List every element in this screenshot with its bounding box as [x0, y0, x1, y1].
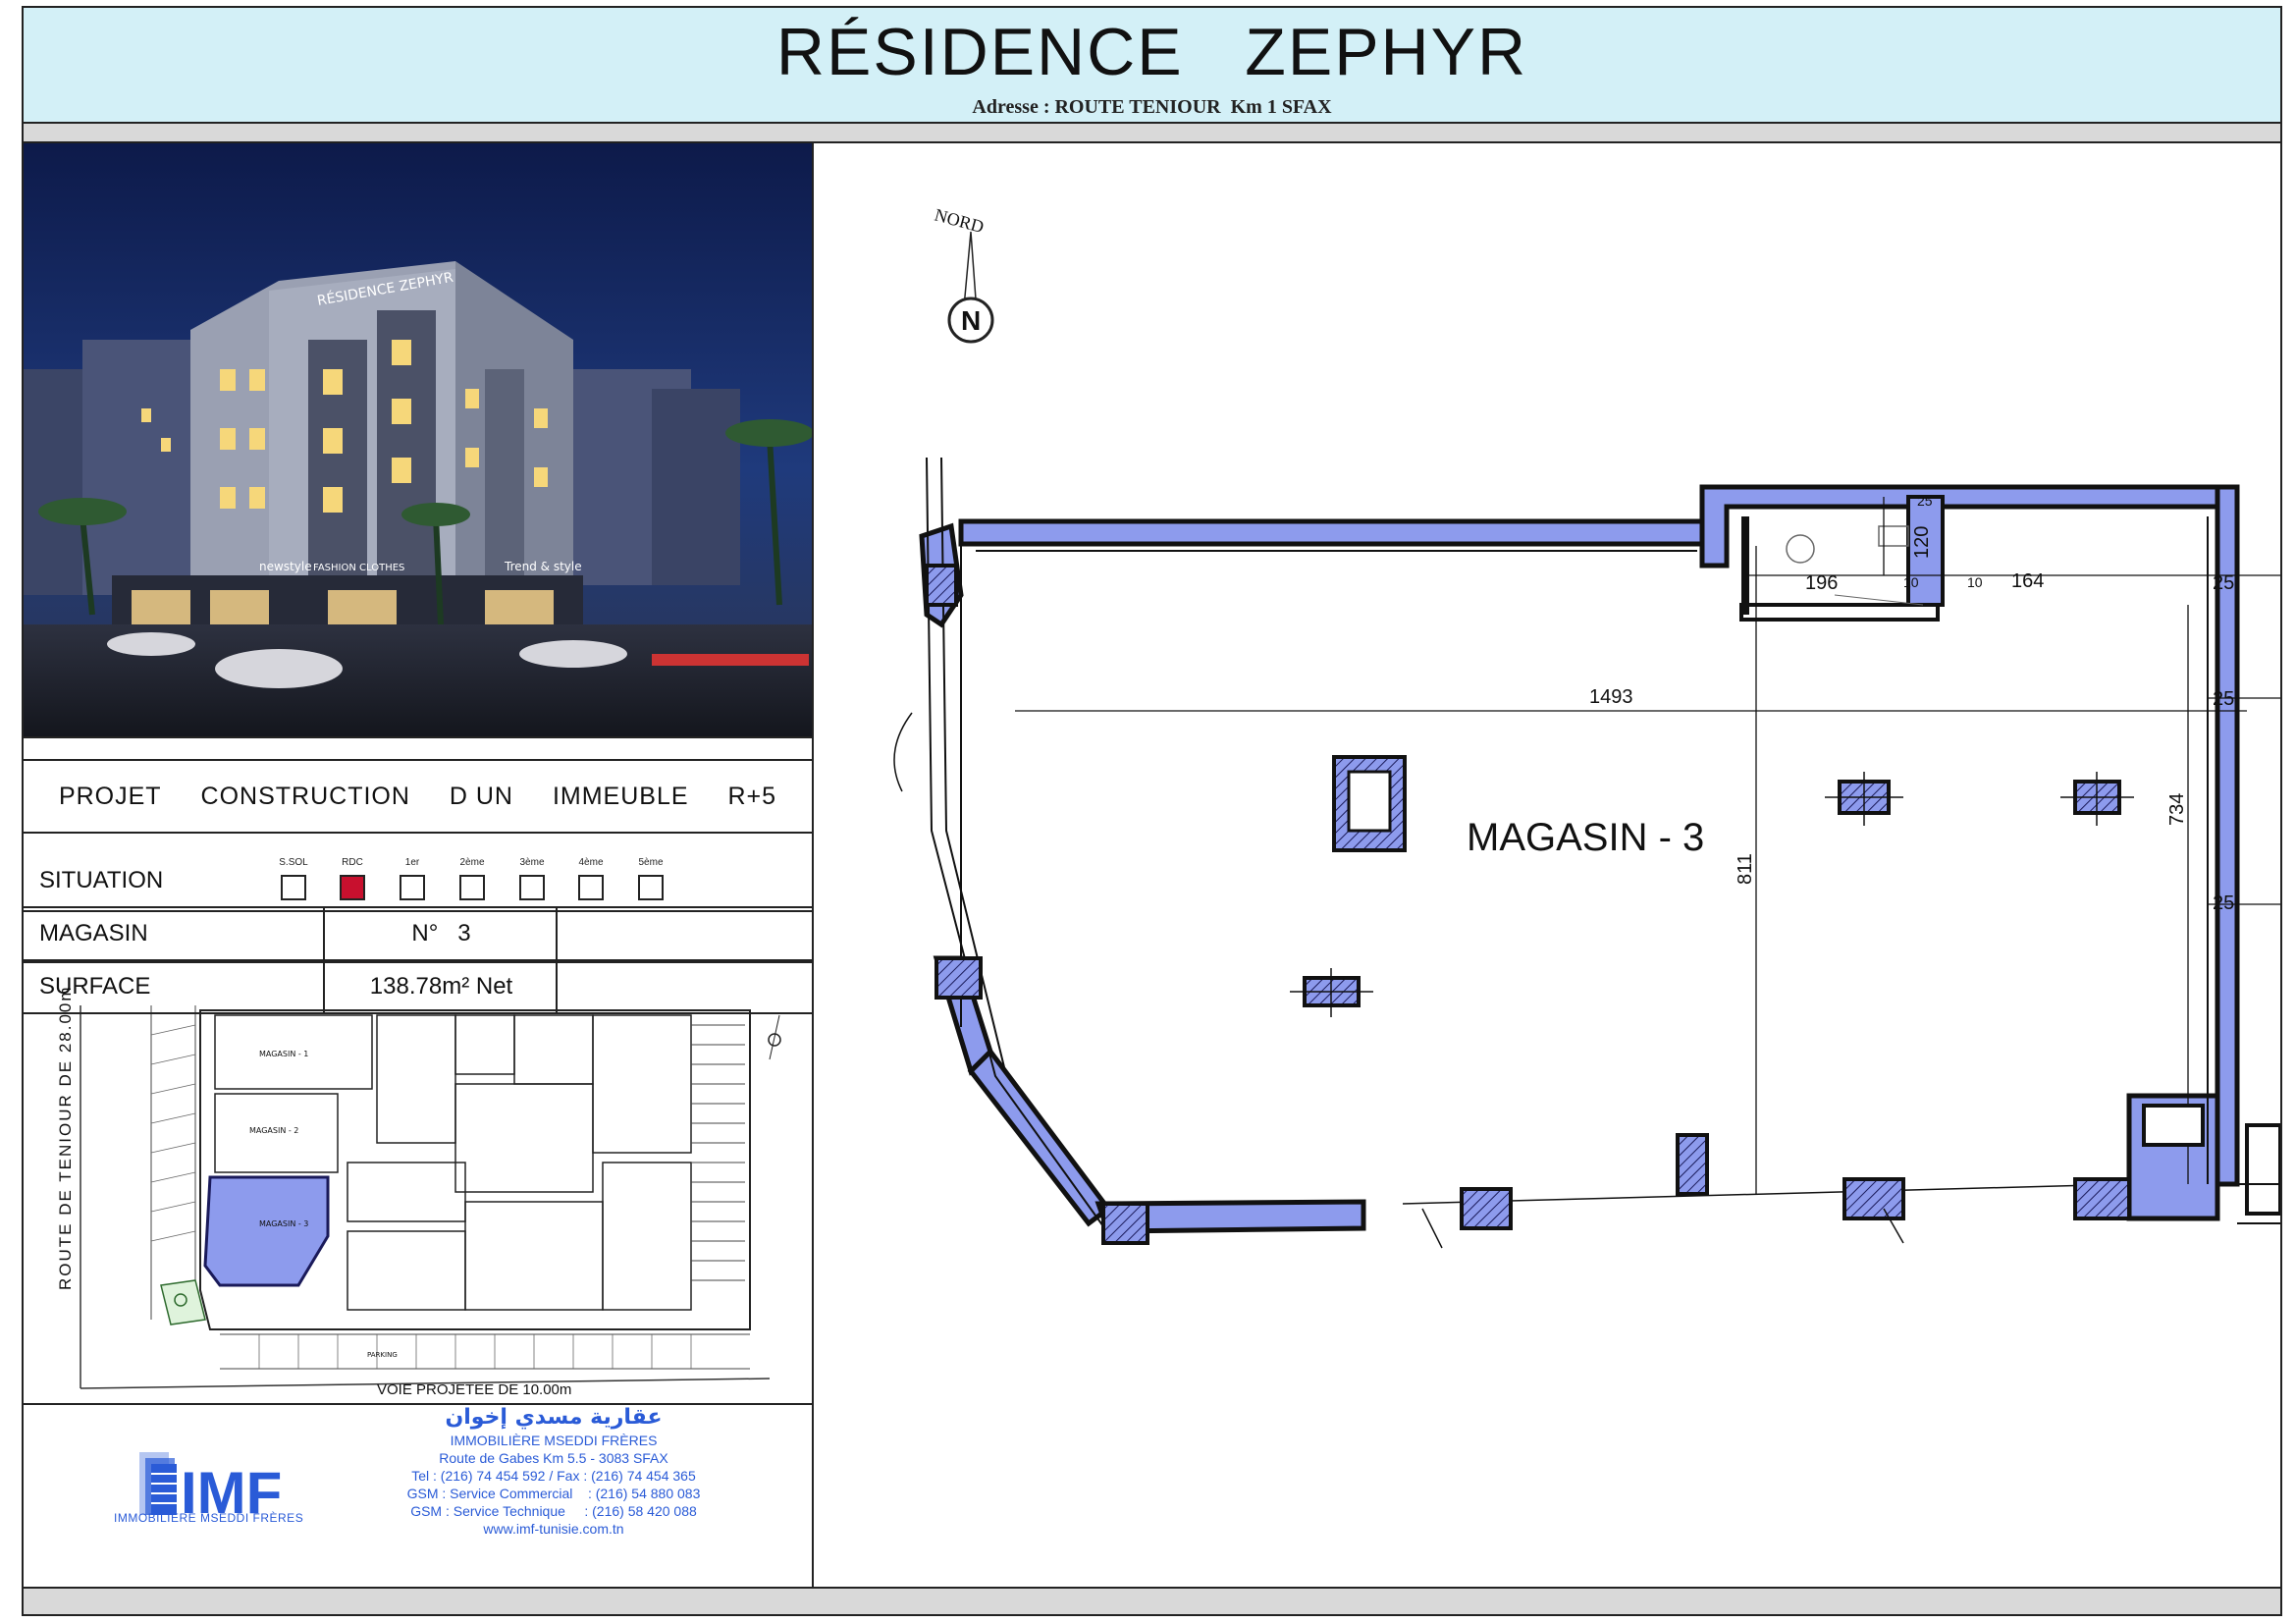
level-checkbox-rdc[interactable] — [340, 875, 365, 900]
room-label: MAGASIN - 3 — [1467, 816, 1704, 859]
dim-164: 164 — [2011, 570, 2044, 592]
floor-plan-drawing: NORD N 1493 811 734 120 196 164 25 25 25… — [893, 205, 2282, 1249]
company-name: IMMOBILIÈRE MSEDDI FRÈRES — [450, 1433, 658, 1448]
page-title: RÉSIDENCE ZEPHYR — [775, 15, 1528, 89]
surface-label: SURFACE — [39, 973, 151, 1000]
company-tel: Tel : (216) 74 454 592 / Fax : (216) 74 … — [411, 1468, 696, 1484]
address-line: Adresse : ROUTE TENIOUR Km 1 SFAX — [972, 96, 1332, 118]
level-checkbox-2[interactable] — [459, 875, 485, 900]
company-gsm-commercial: GSM : Service Commercial : (216) 54 880 … — [406, 1486, 701, 1501]
level-checkbox-3[interactable] — [519, 875, 545, 900]
north-label: NORD — [933, 205, 986, 238]
floor-plan-panel: NORD N 1493 811 734 120 196 164 25 25 25… — [814, 143, 2282, 1587]
shop-sign-1: newstyle — [259, 560, 312, 573]
dim-196: 196 — [1805, 572, 1838, 594]
level-checkbox-ssol[interactable] — [281, 875, 306, 900]
situation-label: SITUATION — [39, 867, 164, 893]
shop-sign-2: FASHION CLOTHES — [313, 563, 404, 573]
logo-subtitle: IMMOBILIÈRE MSEDDI FRÈRES — [114, 1511, 304, 1525]
level-checkbox-1[interactable] — [400, 875, 425, 900]
outer-walls — [919, 484, 2240, 1234]
level-label: 5ème — [638, 857, 664, 868]
company-arabic-name: عقارية مسدي إخوان — [445, 1405, 663, 1430]
magasin-number: N° 3 — [323, 908, 558, 959]
structural-columns — [925, 564, 2131, 1245]
site-plan-drawing: ROUTE DE TENIOUR DE 28.00m MAGASIN - 1 M… — [56, 985, 781, 1398]
dim-811: 811 — [1735, 853, 1756, 885]
unit-label-1: MAGASIN - 1 — [259, 1050, 308, 1058]
building-rendering: RÉSIDENCE ZEPHYR newstyle FASHION CLOTHE… — [24, 143, 812, 738]
dim-10-b: 10 — [1967, 574, 1983, 590]
row-spacer — [24, 910, 812, 912]
level-checkbox-4[interactable] — [578, 875, 604, 900]
dim-10-a: 10 — [1903, 574, 1919, 590]
project-description: PROJET CONSTRUCTION D UN IMMEUBLE R+5 — [24, 759, 812, 834]
magasin-row: MAGASIN N° 3 — [24, 908, 812, 961]
project-word: R+5 — [727, 783, 777, 810]
rendering-illustration: RÉSIDENCE ZEPHYR newstyle FASHION CLOTHE… — [24, 143, 812, 736]
level-label: 2ème — [459, 857, 485, 868]
bottom-road-label: VOIE PROJETEE DE 10.00m — [377, 1381, 571, 1398]
level-label: S.SOL — [279, 857, 308, 868]
surface-value: 138.78m² Net — [323, 961, 558, 1012]
road-label: ROUTE DE TENIOUR DE 28.00m — [56, 985, 75, 1290]
unit-label-2: MAGASIN - 2 — [249, 1126, 298, 1135]
company-website[interactable]: www.imf-tunisie.com.tn — [338, 1521, 770, 1537]
footer-band — [24, 1587, 2280, 1614]
header-divider-band — [24, 124, 2280, 143]
level-label: 1er — [404, 857, 420, 868]
magasin-label: MAGASIN — [39, 920, 148, 947]
site-plan: ROUTE DE TENIOUR DE 28.00m MAGASIN - 1 M… — [24, 966, 812, 1405]
level-label: 4ème — [578, 857, 604, 868]
project-word: PROJET — [58, 783, 162, 810]
dim-734: 734 — [2166, 793, 2188, 826]
company-gsm-technique: GSM : Service Technique : (216) 58 420 0… — [410, 1503, 697, 1519]
surface-extra-cell — [556, 961, 814, 1012]
company-block: IMF IMMOBILIÈRE MSEDDI FRÈRES عقارية مسد… — [24, 1405, 812, 1587]
left-column: RÉSIDENCE ZEPHYR newstyle FASHION CLOTHE… — [24, 143, 814, 1587]
north-letter: N — [961, 305, 981, 336]
shop-sign-3: Trend & style — [504, 560, 582, 573]
dim-25-b: 25 — [2213, 688, 2234, 710]
project-word: IMMEUBLE — [552, 783, 689, 810]
parking-label: PARKING — [367, 1351, 398, 1359]
imf-logo: IMF — [139, 1452, 282, 1526]
level-checkbox-5[interactable] — [638, 875, 664, 900]
header-banner: RÉSIDENCE ZEPHYR Adresse : ROUTE TENIOUR… — [24, 8, 2280, 124]
magasin-extra-cell — [556, 908, 814, 959]
dim-25-d: 25 — [1917, 493, 1933, 509]
dim-25-a: 25 — [2213, 572, 2234, 594]
project-word: CONSTRUCTION — [200, 783, 410, 810]
surface-row: SURFACE 138.78m² Net — [24, 961, 812, 1014]
column-axes — [1290, 772, 2134, 1017]
company-address: Route de Gabes Km 5.5 - 3083 SFAX — [439, 1450, 668, 1466]
unit-label-3: MAGASIN - 3 — [259, 1219, 308, 1228]
north-arrow: NORD N — [933, 205, 994, 344]
situation-row: SITUATION S.SOL RDC 1er 2ème 3ème 4ème 5… — [24, 832, 812, 908]
dim-25-c: 25 — [2213, 893, 2234, 914]
dim-120: 120 — [1911, 526, 1933, 559]
dim-1493: 1493 — [1589, 686, 1633, 708]
level-label: 3ème — [519, 857, 545, 868]
project-word: D UN — [449, 783, 513, 810]
level-label: RDC — [342, 857, 363, 868]
